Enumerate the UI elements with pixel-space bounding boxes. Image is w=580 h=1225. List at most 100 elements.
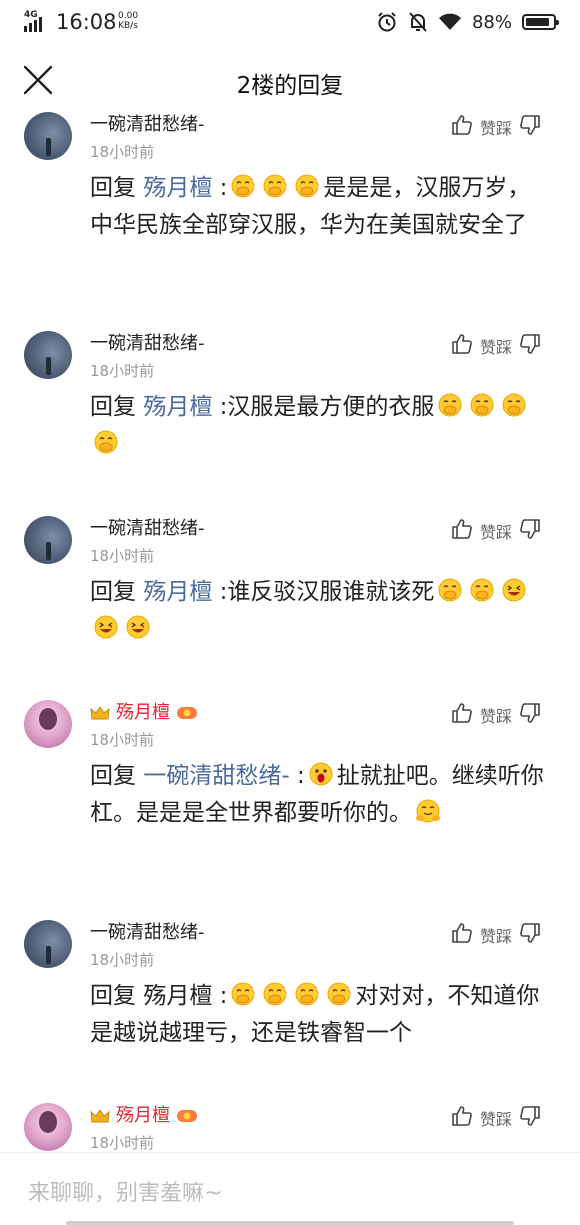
- thumbs-down-icon[interactable]: [518, 517, 542, 545]
- network-speed: 0.00 KB/s: [118, 11, 138, 31]
- comment-text: 谁反驳汉服谁就该死: [227, 579, 435, 605]
- thumbs-down-icon[interactable]: [518, 113, 542, 141]
- comment-text: 汉服是最方便的衣服: [227, 394, 435, 420]
- comment-input-bar: 来聊聊，别害羞嘛~: [0, 1152, 580, 1225]
- speed-value: 0.00: [118, 11, 139, 21]
- comment-time: 18小时前: [90, 547, 155, 565]
- vote-actions: 赞踩: [450, 518, 542, 544]
- author-name[interactable]: 一碗清甜愁绪-: [90, 922, 205, 944]
- vote-label: 赞踩: [480, 119, 513, 138]
- wifi-icon: [438, 13, 461, 30]
- hand-over-mouth-emoji-icon: [434, 578, 466, 605]
- avatar[interactable]: [24, 331, 72, 379]
- hand-over-mouth-emoji-icon: [466, 578, 498, 605]
- level-badge-icon: [177, 1110, 197, 1122]
- vote-actions: 赞踩: [450, 1105, 542, 1131]
- hand-over-mouth-emoji-icon: [227, 174, 259, 201]
- avatar[interactable]: [24, 516, 72, 564]
- avatar[interactable]: [24, 1103, 72, 1151]
- vote-label: 赞踩: [480, 927, 513, 946]
- hand-over-mouth-emoji-icon: [291, 174, 323, 201]
- reply-prefix: 回复: [90, 394, 136, 420]
- hand-over-mouth-emoji-icon: [90, 430, 122, 457]
- thumbs-up-icon[interactable]: [450, 332, 474, 360]
- reply-prefix: 回复: [90, 763, 136, 789]
- comment-list[interactable]: 一碗清甜愁绪- 18小时前 赞踩 回复 殇月檀 : 是是是，汉服万岁，中华民族全部…: [0, 112, 580, 1152]
- thumbs-up-icon[interactable]: [450, 701, 474, 729]
- mention-link[interactable]: 殇月檀: [143, 394, 212, 420]
- hand-over-mouth-emoji-icon: [291, 982, 323, 1009]
- thumbs-down-icon[interactable]: [518, 332, 542, 360]
- vote-actions: 赞踩: [450, 114, 542, 140]
- page-title: 2楼的回复: [236, 73, 344, 99]
- vote-actions: 赞踩: [450, 333, 542, 359]
- thumbs-up-icon[interactable]: [450, 1104, 474, 1132]
- hand-over-mouth-emoji-icon: [259, 982, 291, 1009]
- vote-actions: 赞踩: [450, 702, 542, 728]
- comment-time: 18小时前: [90, 362, 155, 380]
- avatar[interactable]: [24, 700, 72, 748]
- hand-over-mouth-emoji-icon: [227, 982, 259, 1009]
- comment-time: 18小时前: [90, 1134, 155, 1152]
- vote-label: 赞踩: [480, 338, 513, 357]
- thumbs-up-icon[interactable]: [450, 517, 474, 545]
- reply-prefix: 回复: [90, 983, 136, 1009]
- author-name[interactable]: 一碗清甜愁绪-: [90, 333, 205, 355]
- battery-icon: [522, 14, 559, 30]
- bottom-handle: [66, 1221, 514, 1225]
- thumbs-down-icon[interactable]: [518, 701, 542, 729]
- separator: :: [296, 763, 305, 789]
- hand-over-mouth-emoji-icon: [259, 174, 291, 201]
- mute-bell-icon: [409, 12, 427, 32]
- hand-over-mouth-emoji-icon: [466, 393, 498, 420]
- comment-time: 18小时前: [90, 143, 155, 161]
- author-name-row[interactable]: 殇月檀: [90, 1105, 198, 1127]
- hand-over-mouth-emoji-icon: [323, 982, 355, 1009]
- reply-prefix: 回复: [90, 579, 136, 605]
- thumbs-up-icon[interactable]: [450, 921, 474, 949]
- author-name[interactable]: 殇月檀: [116, 702, 170, 724]
- mention-link[interactable]: 一碗清甜愁绪-: [143, 763, 289, 789]
- reply-prefix: 回复: [90, 175, 136, 201]
- crown-icon: [90, 706, 110, 720]
- network-type: 4G: [24, 10, 38, 20]
- header: 2楼的回复: [0, 52, 580, 112]
- comment-body[interactable]: 回复 殇月檀 : 是是是，汉服万岁，中华民族全部穿汉服，华为在美国就安全了: [90, 170, 552, 244]
- comment-body[interactable]: 回复 一碗清甜愁绪- : 扯就扯吧。继续听你杠。是是是全世界都要听你的。: [90, 758, 552, 832]
- vote-label: 赞踩: [480, 1110, 513, 1129]
- vote-actions: 赞踩: [450, 922, 542, 948]
- comment-time: 18小时前: [90, 731, 155, 749]
- clock: 16:08: [56, 10, 117, 34]
- speed-unit: KB/s: [118, 21, 138, 31]
- avatar[interactable]: [24, 112, 72, 160]
- battery-percent: 88%: [471, 11, 512, 33]
- laughing-emoji-icon: [122, 615, 154, 642]
- avatar[interactable]: [24, 920, 72, 968]
- mention-link[interactable]: 殇月檀: [143, 175, 212, 201]
- laughing-emoji-icon: [90, 615, 122, 642]
- alarm-icon: [378, 12, 396, 32]
- status-bar: 4G 16:08 0.00 KB/s 88%: [0, 0, 580, 44]
- vote-label: 赞踩: [480, 707, 513, 726]
- comment-body[interactable]: 回复 殇月檀 :汉服是最方便的衣服: [90, 389, 552, 463]
- author-name[interactable]: 一碗清甜愁绪-: [90, 114, 205, 136]
- comment-body[interactable]: 回复 殇月檀 :谁反驳汉服谁就该死: [90, 574, 552, 648]
- hugging-emoji-icon: [412, 799, 444, 826]
- hand-over-mouth-emoji-icon: [434, 393, 466, 420]
- thumbs-down-icon[interactable]: [518, 921, 542, 949]
- thumbs-up-icon[interactable]: [450, 113, 474, 141]
- vote-label: 赞踩: [480, 523, 513, 542]
- author-name-row[interactable]: 殇月檀: [90, 702, 198, 724]
- mention-link[interactable]: 殇月檀: [143, 579, 212, 605]
- level-badge-icon: [177, 707, 197, 719]
- mention-link[interactable]: 殇月檀: [143, 983, 212, 1009]
- comment-input[interactable]: 来聊聊，别害羞嘛~: [28, 1175, 222, 1207]
- screaming-emoji-icon: [305, 762, 337, 789]
- comment-body[interactable]: 回复 殇月檀 : 对对对，不知道你是越说越理亏，还是铁睿智一个: [90, 978, 552, 1052]
- author-name[interactable]: 殇月檀: [116, 1105, 170, 1127]
- thumbs-down-icon[interactable]: [518, 1104, 542, 1132]
- author-name[interactable]: 一碗清甜愁绪-: [90, 518, 205, 540]
- comment-time: 18小时前: [90, 951, 155, 969]
- signal-icon: 4G: [24, 10, 50, 32]
- hand-over-mouth-emoji-icon: [498, 393, 530, 420]
